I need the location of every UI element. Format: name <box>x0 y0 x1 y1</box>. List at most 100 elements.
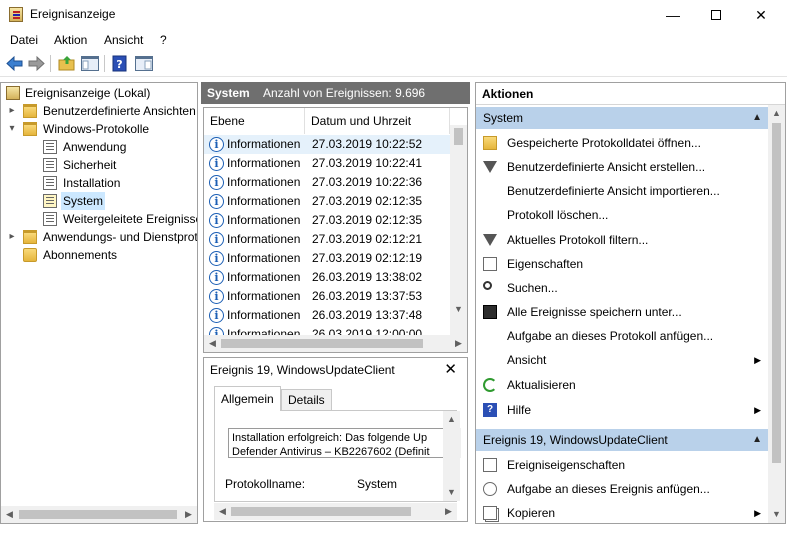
action-filter-log[interactable]: Aktuelles Protokoll filtern... <box>476 228 768 252</box>
help-button[interactable]: ? <box>110 54 130 73</box>
action-copy-submenu[interactable]: Kopieren ▶ <box>476 501 768 523</box>
expand-chevron-icon[interactable]: ▸ <box>7 228 17 246</box>
table-row[interactable]: i Informationen 27.03.2019 02:12:35 <box>204 192 450 211</box>
event-level: Informationen <box>227 327 301 335</box>
table-row[interactable]: i Informationen 27.03.2019 02:12:19 <box>204 249 450 268</box>
back-arrow-icon <box>6 55 23 72</box>
collapse-caret-icon[interactable]: ▲ <box>752 107 762 129</box>
forward-button[interactable] <box>26 54 46 73</box>
events-vertical-scrollbar[interactable]: ▲ ▼ <box>450 125 467 335</box>
minimize-button[interactable]: — <box>650 0 696 30</box>
action-import-custom-view[interactable]: Benutzerdefinierte Ansicht importieren..… <box>476 179 768 203</box>
description-line: Installation erfolgreich: Das folgende U… <box>232 432 428 444</box>
table-row[interactable]: i Informationen 27.03.2019 10:22:41 <box>204 154 450 173</box>
table-row[interactable]: i Informationen 27.03.2019 10:22:52 <box>204 135 450 154</box>
scroll-right-icon[interactable]: ▶ <box>180 506 197 523</box>
table-row[interactable]: i Informationen 26.03.2019 13:37:48 <box>204 306 450 325</box>
protocol-name-value: System <box>357 477 398 491</box>
table-row[interactable]: i Informationen 26.03.2019 13:38:02 <box>204 268 450 287</box>
details-horizontal-scrollbar[interactable]: ◀ ▶ <box>214 503 457 520</box>
action-clear-log[interactable]: Protokoll löschen... <box>476 203 768 227</box>
action-properties[interactable]: Eigenschaften <box>476 252 768 276</box>
scroll-left-icon[interactable]: ◀ <box>204 335 221 352</box>
scrollbar-thumb[interactable] <box>221 339 423 348</box>
tab-allgemein[interactable]: Allgemein <box>214 386 281 411</box>
action-help-submenu[interactable]: ? Hilfe ▶ <box>476 398 768 422</box>
scrollbar-thumb[interactable] <box>454 128 463 145</box>
event-datetime: 26.03.2019 13:37:48 <box>312 308 423 322</box>
menu-ansicht[interactable]: Ansicht <box>104 33 143 47</box>
table-row[interactable]: i Informationen 26.03.2019 13:37:53 <box>204 287 450 306</box>
folder-up-icon <box>58 56 75 71</box>
scroll-right-icon[interactable]: ▶ <box>450 335 467 352</box>
tree-item-forwarded-events[interactable]: Weitergeleitete Ereignisse <box>1 210 197 228</box>
action-create-custom-view[interactable]: Benutzerdefinierte Ansicht erstellen... <box>476 155 768 179</box>
event-count: Anzahl von Ereignissen: 9.696 <box>263 86 426 100</box>
event-datetime: 26.03.2019 12:00:00 <box>312 327 423 335</box>
scroll-left-icon[interactable]: ◀ <box>214 503 231 520</box>
tree-item-subscriptions[interactable]: Abonnements <box>1 246 197 264</box>
show-hide-action-pane-button[interactable] <box>134 54 154 73</box>
action-refresh[interactable]: Aktualisieren <box>476 373 768 397</box>
properties-icon <box>483 257 497 271</box>
collapse-chevron-icon[interactable]: ▾ <box>7 120 17 138</box>
scroll-down-icon[interactable]: ▼ <box>443 484 460 501</box>
scrollbar-thumb[interactable] <box>231 507 411 516</box>
back-button[interactable] <box>5 54 25 73</box>
event-level: Informationen <box>227 175 301 189</box>
properties-icon <box>483 458 497 472</box>
show-hide-tree-button[interactable] <box>80 54 100 73</box>
tree-item-root[interactable]: Ereignisanzeige (Lokal) <box>1 84 197 102</box>
table-row[interactable]: i Informationen 27.03.2019 02:12:21 <box>204 230 450 249</box>
scroll-up-icon[interactable]: ▲ <box>443 411 460 428</box>
scroll-right-icon[interactable]: ▶ <box>440 503 457 520</box>
tree-item-application[interactable]: Anwendung <box>1 138 197 156</box>
tree-horizontal-scrollbar[interactable]: ◀ ▶ <box>1 506 197 523</box>
scrollbar-thumb[interactable] <box>19 510 177 519</box>
actions-vertical-scrollbar[interactable]: ▲ ▼ <box>768 105 785 523</box>
event-description[interactable]: Installation erfolgreich: Das folgende U… <box>228 428 454 458</box>
column-header-datetime[interactable]: Datum und Uhrzeit <box>305 108 450 134</box>
tab-details[interactable]: Details <box>281 389 332 411</box>
actions-section-system[interactable]: System ▲ <box>476 107 768 129</box>
scroll-up-icon[interactable]: ▲ <box>768 105 785 122</box>
table-row[interactable]: i Informationen 27.03.2019 02:12:35 <box>204 211 450 230</box>
tree-item-custom-views[interactable]: ▸ Benutzerdefinierte Ansichten <box>1 102 197 120</box>
action-view-submenu[interactable]: Ansicht ▶ <box>476 348 768 372</box>
action-event-properties[interactable]: Ereigniseigenschaften <box>476 453 768 477</box>
action-label: Ansicht <box>507 353 547 367</box>
close-window-button[interactable]: ✕ <box>738 0 784 30</box>
collapse-caret-icon[interactable]: ▲ <box>752 429 762 451</box>
tree-item-setup[interactable]: Installation <box>1 174 197 192</box>
actions-header: Aktionen <box>476 83 785 105</box>
column-header-level[interactable]: Ebene <box>204 108 305 134</box>
submenu-arrow-icon: ▶ <box>754 405 761 415</box>
menu-help[interactable]: ? <box>160 33 167 47</box>
action-find[interactable]: Suchen... <box>476 276 768 300</box>
scroll-down-icon[interactable]: ▼ <box>768 506 785 523</box>
tree-item-system[interactable]: System <box>1 192 197 210</box>
action-save-all-events[interactable]: Alle Ereignisse speichern unter... <box>476 300 768 324</box>
expand-chevron-icon[interactable]: ▸ <box>7 102 17 120</box>
action-open-saved-log[interactable]: Gespeicherte Protokolldatei öffnen... <box>476 131 768 155</box>
action-attach-task-to-log[interactable]: Aufgabe an dieses Protokoll anfügen... <box>476 324 768 348</box>
scroll-down-icon[interactable]: ▼ <box>450 301 467 318</box>
close-detail-icon[interactable]: ✕ <box>444 360 457 378</box>
table-row[interactable]: i Informationen 26.03.2019 12:00:00 <box>204 325 450 335</box>
up-folder-button[interactable] <box>57 54 77 73</box>
tree-item-windows-logs[interactable]: ▾ Windows-Protokolle <box>1 120 197 138</box>
menu-datei[interactable]: Datei <box>10 33 38 47</box>
tree-label: Sicherheit <box>63 158 117 172</box>
tree-item-apps-services[interactable]: ▸ Anwendungs- und Dienstprotokolle <box>1 228 197 246</box>
actions-section-event[interactable]: Ereignis 19, WindowsUpdateClient ▲ <box>476 429 768 451</box>
events-horizontal-scrollbar[interactable]: ◀ ▶ <box>204 335 467 352</box>
maximize-button[interactable] <box>693 0 739 30</box>
table-row[interactable]: i Informationen 27.03.2019 10:22:36 <box>204 173 450 192</box>
details-vertical-scrollbar[interactable]: ▲ ▼ <box>443 411 460 501</box>
action-label: Alle Ereignisse speichern unter... <box>507 305 682 319</box>
menu-aktion[interactable]: Aktion <box>54 33 87 47</box>
scrollbar-thumb[interactable] <box>772 123 781 463</box>
action-attach-task-to-event[interactable]: Aufgabe an dieses Ereignis anfügen... <box>476 477 768 501</box>
scroll-left-icon[interactable]: ◀ <box>1 506 18 523</box>
tree-item-security[interactable]: Sicherheit <box>1 156 197 174</box>
